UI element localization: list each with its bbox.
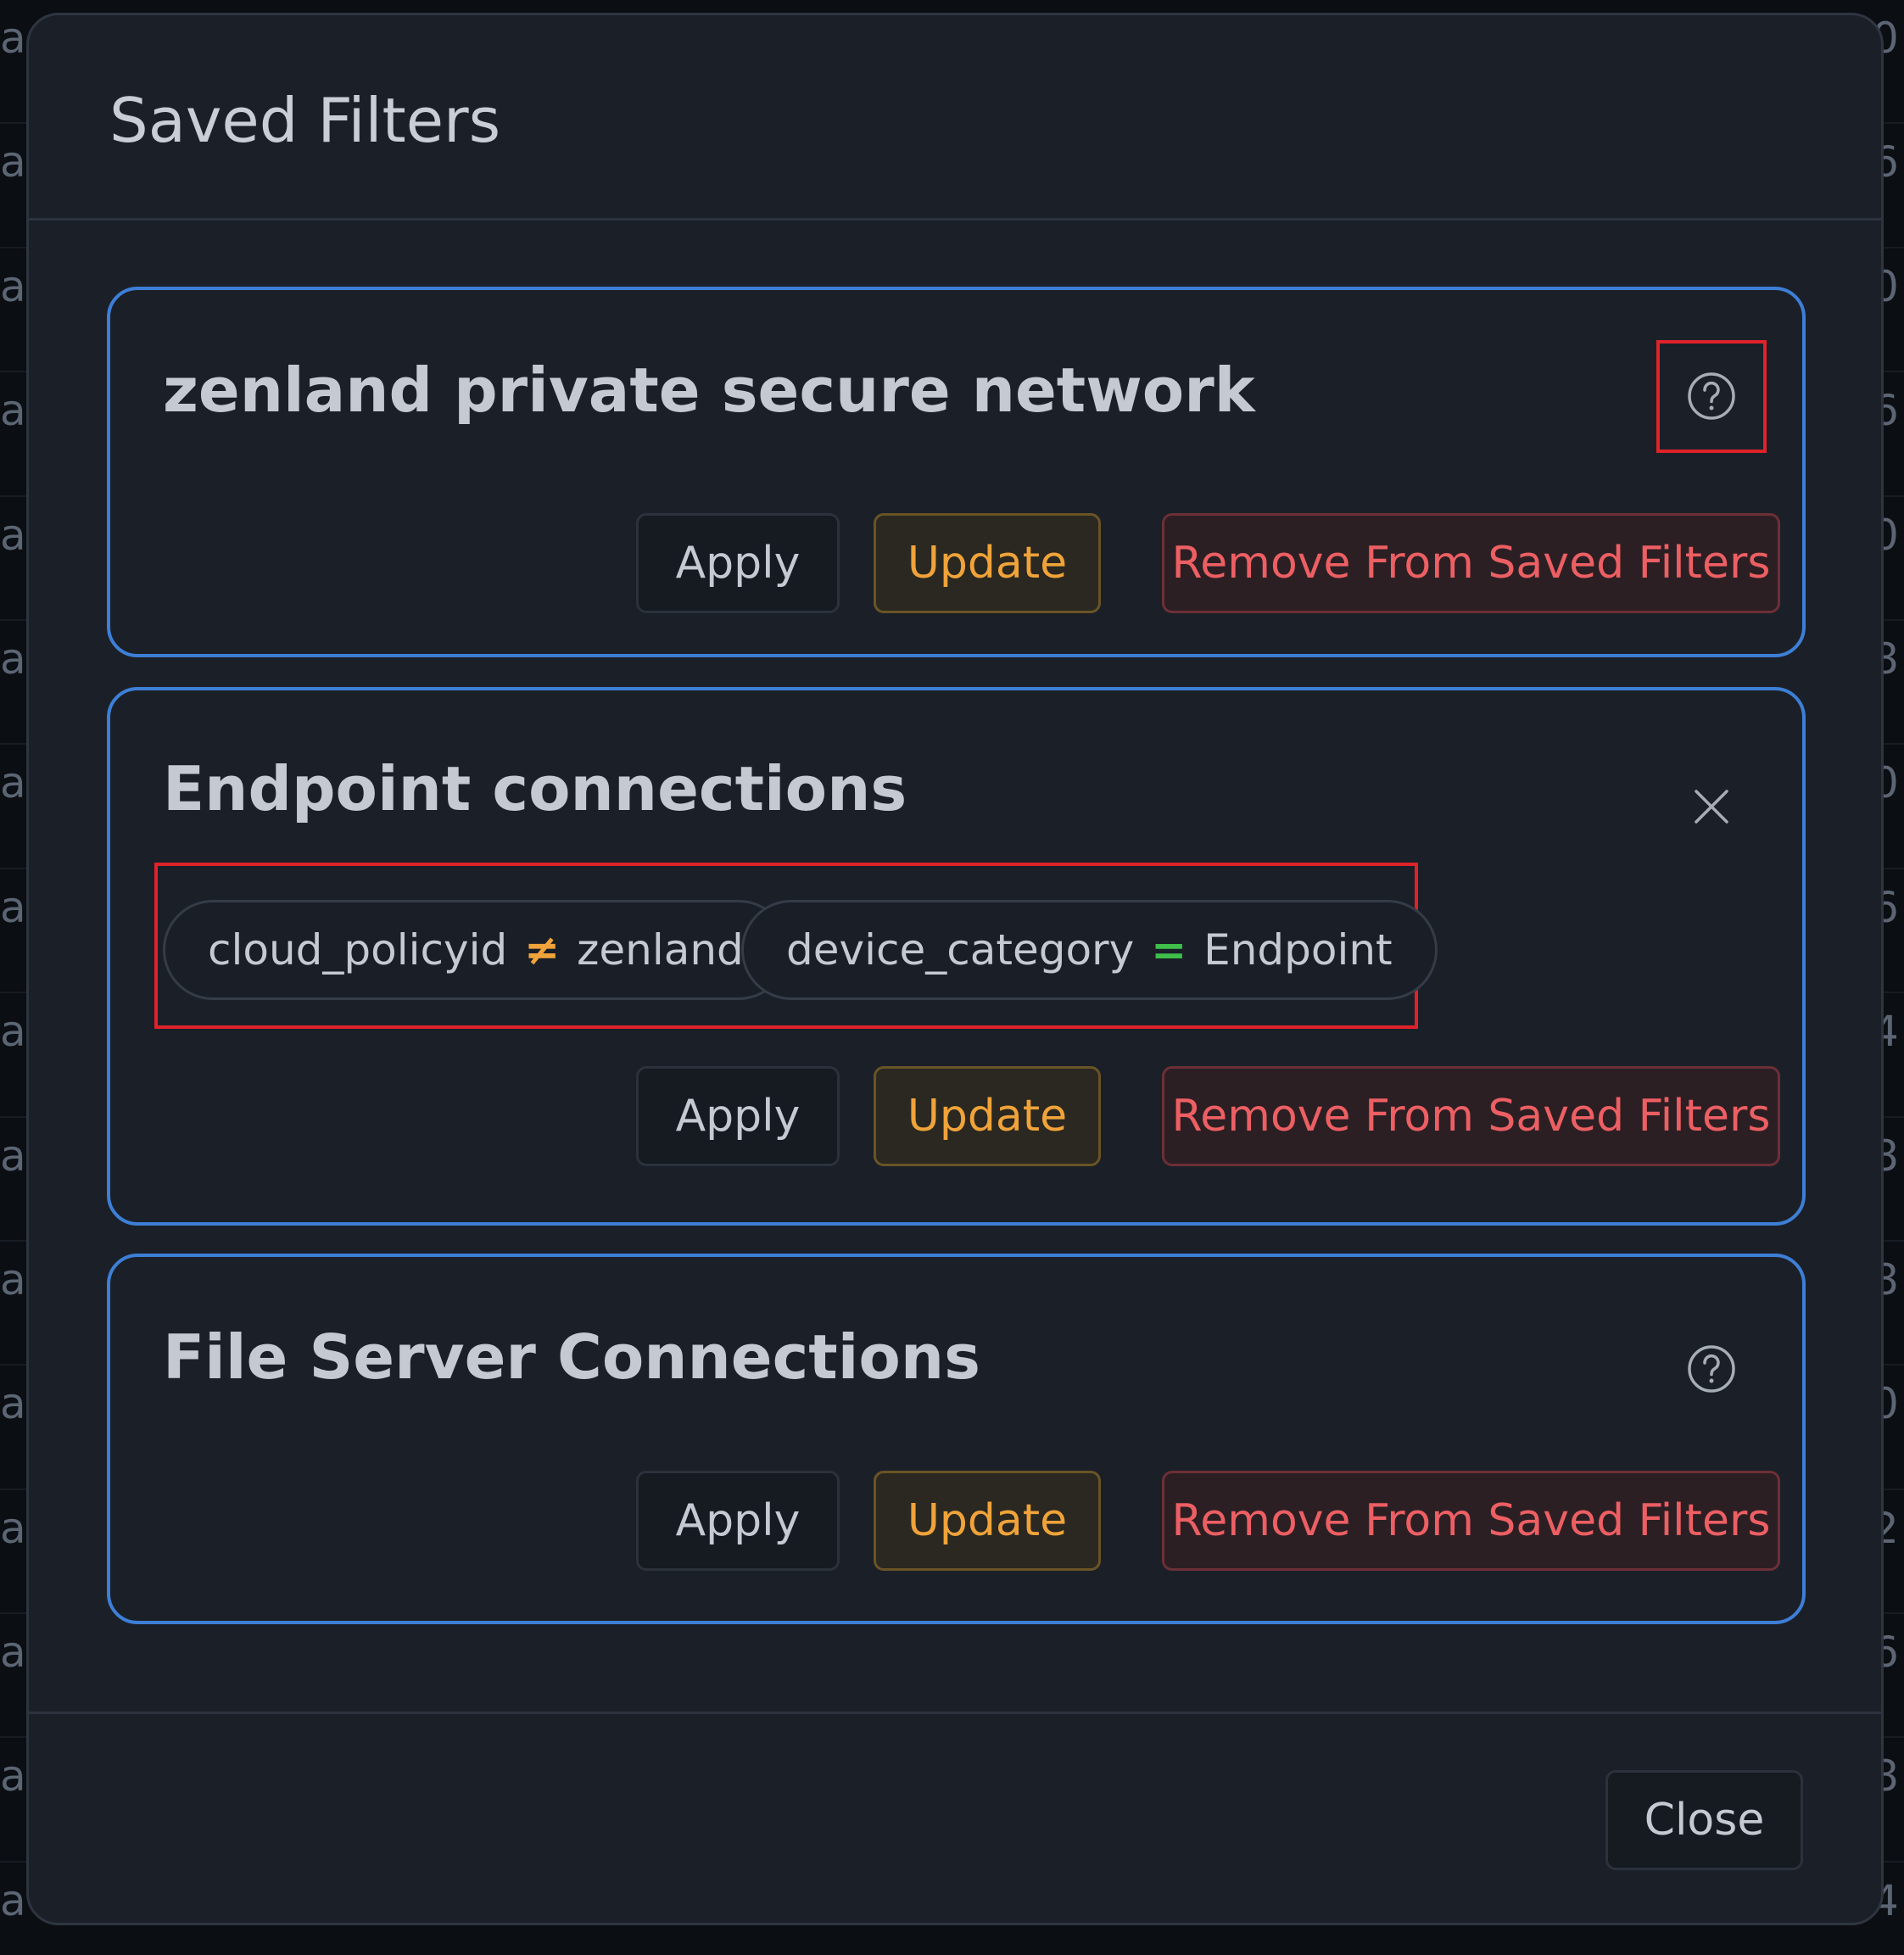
saved-filter-card: File Server Connections Apply Update Rem…	[107, 1254, 1806, 1624]
update-button[interactable]: Update	[874, 1471, 1101, 1571]
remove-from-saved-filters-button[interactable]: Remove From Saved Filters	[1162, 513, 1780, 613]
saved-filter-card: Endpoint connections cloud_policyid ≠ ze…	[107, 687, 1806, 1226]
help-circle-icon[interactable]	[1686, 1343, 1737, 1394]
equal-operator: =	[1151, 925, 1187, 975]
remove-from-saved-filters-button[interactable]: Remove From Saved Filters	[1162, 1471, 1780, 1571]
apply-button[interactable]: Apply	[636, 513, 840, 613]
saved-filters-modal: Saved Filters zenland private secure net…	[26, 13, 1884, 1925]
filter-chip[interactable]: device_category = Endpoint	[741, 900, 1438, 1000]
filter-chip[interactable]: cloud_policyid ≠ zenland	[163, 900, 789, 1000]
modal-title: Saved Filters	[109, 85, 501, 156]
remove-from-saved-filters-button[interactable]: Remove From Saved Filters	[1162, 1066, 1780, 1166]
saved-filter-name: Endpoint connections	[163, 753, 907, 824]
apply-button[interactable]: Apply	[636, 1471, 840, 1571]
close-button[interactable]: Close	[1605, 1770, 1803, 1870]
close-icon[interactable]	[1686, 781, 1737, 832]
saved-filter-name: zenland private secure network	[163, 355, 1255, 426]
apply-button[interactable]: Apply	[636, 1066, 840, 1166]
update-button[interactable]: Update	[874, 513, 1101, 613]
chip-field: cloud_policyid	[208, 925, 508, 975]
chip-value: Endpoint	[1203, 925, 1393, 975]
help-circle-icon[interactable]	[1686, 371, 1737, 422]
chip-value: zenland	[577, 925, 744, 975]
saved-filter-name: File Server Connections	[163, 1321, 980, 1393]
not-equal-operator: ≠	[524, 925, 561, 975]
saved-filter-card: zenland private secure network Apply Upd…	[107, 287, 1806, 657]
modal-footer: Close	[29, 1712, 1881, 1923]
update-button[interactable]: Update	[874, 1066, 1101, 1166]
modal-header: Saved Filters	[29, 15, 1881, 221]
chip-field: device_category	[786, 925, 1135, 975]
